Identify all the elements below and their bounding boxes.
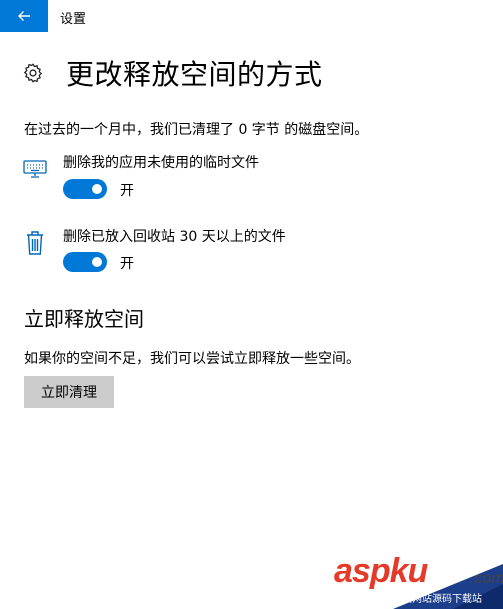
recycle-bin-toggle[interactable] — [63, 252, 107, 272]
toggle-knob — [92, 257, 102, 267]
recycle-bin-toggle-state: 开 — [120, 256, 134, 272]
temp-files-toggle-state: 开 — [120, 183, 134, 199]
watermark-logo: aspku — [334, 552, 428, 590]
temp-files-toggle[interactable] — [63, 179, 107, 199]
cleanup-summary: 在过去的一个月中，我们已清理了 0 字节 的磁盘空间。 — [24, 122, 369, 138]
keyboard-icon — [23, 160, 47, 178]
temp-files-option-label: 删除我的应用未使用的临时文件 — [63, 155, 259, 171]
toggle-knob — [92, 184, 102, 194]
free-space-now-heading: 立即释放空间 — [24, 307, 144, 331]
clean-now-button[interactable]: 立即清理 — [24, 376, 114, 408]
window-title: 设置 — [60, 12, 87, 27]
page-title: 更改释放空间的方式 — [66, 58, 323, 91]
watermark-domain: .com — [470, 570, 503, 587]
gear-icon — [23, 63, 43, 83]
free-space-now-description: 如果你的空间不足，我们可以尝试立即释放一些空间。 — [24, 351, 360, 367]
back-arrow-icon — [18, 11, 30, 21]
back-button[interactable] — [0, 0, 48, 32]
recycle-bin-option-label: 删除已放入回收站 30 天以上的文件 — [63, 229, 286, 245]
title-bar: 设置 — [0, 0, 503, 32]
watermark-tagline: 免费网站源码下载站 — [392, 594, 482, 605]
recycle-bin-icon — [27, 231, 43, 255]
